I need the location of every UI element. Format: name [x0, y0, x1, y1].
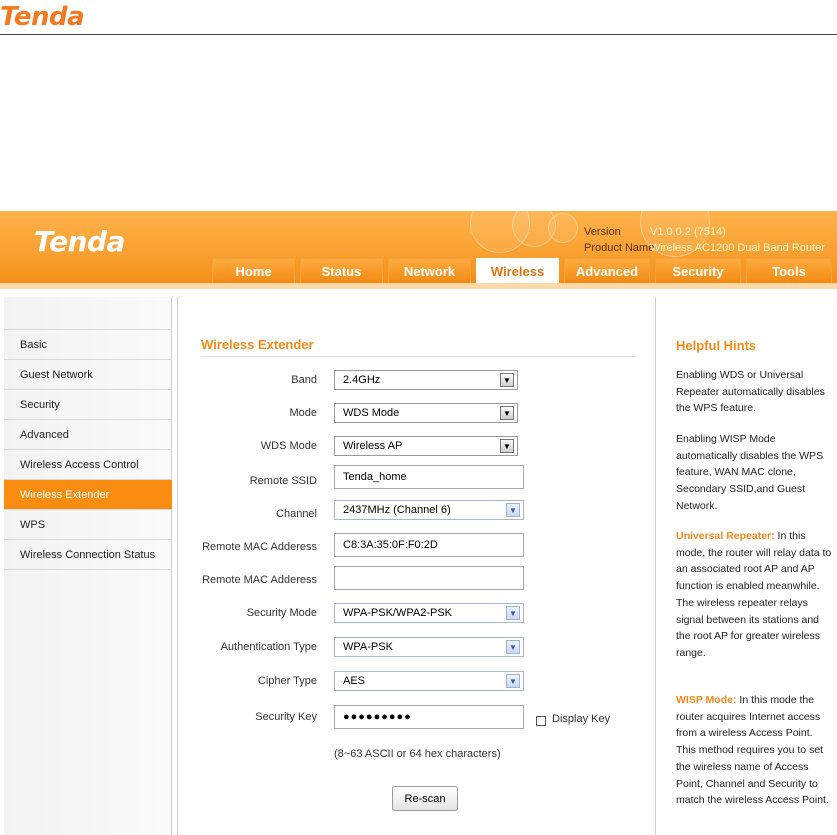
- product-info: Product NameWireless AC1200 Dual Band Ro…: [584, 242, 825, 254]
- product-value: Wireless AC1200 Dual Band Router: [650, 242, 825, 254]
- chevron-down-icon: ▼: [506, 640, 520, 654]
- hints-title: Helpful Hints: [676, 338, 757, 353]
- cipher-type-value: AES: [343, 675, 366, 687]
- sidebar-item-wireless-extender[interactable]: Wireless Extender: [4, 480, 172, 510]
- auth-type-select[interactable]: WPA-PSK ▼: [334, 637, 524, 657]
- universal-repeater-term: Universal Repeater:: [676, 530, 775, 542]
- display-key-label[interactable]: Display Key: [552, 713, 610, 725]
- main-nav: Home Status Network Wireless Advanced Se…: [212, 258, 832, 284]
- product-label: Product Name: [584, 242, 655, 254]
- sidebar-item-guest-network[interactable]: Guest Network: [4, 360, 172, 390]
- display-key-checkbox[interactable]: [536, 716, 546, 726]
- tab-tools[interactable]: Tools: [746, 258, 832, 283]
- mode-label: Mode: [289, 407, 317, 419]
- wds-mode-select[interactable]: Wireless AP ▼: [334, 436, 518, 456]
- main-panel: Wireless Extender Band 2.4GHz ▼ Mode WDS…: [177, 297, 656, 835]
- sidebar-item-basic[interactable]: Basic: [4, 330, 172, 360]
- banner-divider: [0, 283, 837, 289]
- version-label: Version: [584, 226, 621, 238]
- remote-mac-2-input[interactable]: [334, 566, 524, 590]
- cipher-type-select[interactable]: AES ▼: [334, 671, 524, 691]
- security-mode-value: WPA-PSK/WPA2-PSK: [343, 607, 453, 619]
- chevron-down-icon: ▼: [506, 674, 520, 688]
- universal-repeater-text: In this mode, the router will relay data…: [676, 530, 832, 659]
- tab-home[interactable]: Home: [212, 258, 295, 283]
- wisp-mode-text: In this mode the router acquires Interne…: [676, 694, 829, 807]
- wds-mode-value: Wireless AP: [343, 440, 403, 452]
- router-admin-ui: Tenda Version V1.0.0.2 (7514) Product Nam…: [0, 211, 837, 835]
- hint-wisp-mode: WISP Mode: In this mode the router acqui…: [676, 692, 834, 809]
- rescan-button[interactable]: Re-scan: [392, 786, 458, 811]
- tab-security[interactable]: Security: [655, 258, 741, 283]
- tab-status[interactable]: Status: [300, 258, 383, 283]
- hint-universal-repeater: Universal Repeater: In this mode, the ro…: [676, 528, 834, 662]
- chevron-down-icon: ▼: [500, 406, 514, 420]
- hint-wisp: Enabling WISP Mode automatically disable…: [676, 433, 824, 512]
- version-info: Version V1.0.0.2 (7514): [584, 226, 726, 238]
- sidebar: Basic Guest Network Security Advanced Wi…: [4, 297, 172, 835]
- key-format-hint: (8~63 ASCII or 64 hex characters): [334, 748, 501, 760]
- band-label: Band: [291, 374, 317, 386]
- wds-mode-label: WDS Mode: [260, 440, 317, 452]
- remote-ssid-label: Remote SSID: [249, 475, 317, 487]
- mode-value: WDS Mode: [343, 407, 400, 419]
- decorative-bubble: [548, 213, 578, 243]
- security-key-input[interactable]: ●●●●●●●●●: [334, 705, 524, 729]
- auth-type-label: Authentication Type: [220, 641, 317, 653]
- security-mode-label: Security Mode: [246, 607, 317, 619]
- sidebar-item-wireless-access-control[interactable]: Wireless Access Control: [4, 450, 172, 480]
- section-rule: [201, 356, 636, 357]
- remote-mac-2-label: Remote MAC Adderess: [202, 574, 317, 586]
- brand-logo: Tenda: [34, 225, 125, 258]
- channel-label: Channel: [276, 508, 317, 520]
- chevron-down-icon: ▼: [506, 503, 520, 517]
- channel-select[interactable]: 2437MHz (Channel 6) ▼: [334, 500, 524, 520]
- channel-value: 2437MHz (Channel 6): [343, 504, 451, 516]
- band-value: 2.4GHz: [343, 374, 381, 386]
- sidebar-item-wireless-connection-status[interactable]: Wireless Connection Status: [4, 540, 172, 570]
- document-header-rule: [0, 34, 837, 35]
- auth-type-value: WPA-PSK: [343, 641, 393, 653]
- security-key-label: Security Key: [255, 711, 317, 723]
- remote-mac-input[interactable]: C8:3A:35:0F:F0:2D: [334, 533, 524, 557]
- header-banner: Tenda Version V1.0.0.2 (7514) Product Nam…: [0, 211, 837, 284]
- document-logo: Tenda: [0, 2, 85, 32]
- sidebar-item-advanced[interactable]: Advanced: [4, 420, 172, 450]
- wisp-mode-term: WISP Mode:: [676, 694, 737, 706]
- remote-ssid-input[interactable]: Tenda_home: [334, 465, 524, 489]
- section-title: Wireless Extender: [201, 337, 314, 352]
- security-mode-select[interactable]: WPA-PSK/WPA2-PSK ▼: [334, 603, 524, 623]
- sidebar-item-security[interactable]: Security: [4, 390, 172, 420]
- remote-mac-label: Remote MAC Adderess: [202, 541, 317, 553]
- tab-network[interactable]: Network: [388, 258, 471, 283]
- cipher-type-label: Cipher Type: [257, 675, 317, 687]
- hints-panel: Helpful Hints Enabling WDS or Universal …: [660, 297, 837, 835]
- tab-wireless[interactable]: Wireless: [476, 258, 559, 284]
- mode-select[interactable]: WDS Mode ▼: [334, 403, 518, 423]
- band-select[interactable]: 2.4GHz ▼: [334, 370, 518, 390]
- version-value: V1.0.0.2 (7514): [650, 226, 726, 238]
- tab-advanced[interactable]: Advanced: [564, 258, 650, 283]
- sidebar-item-wps[interactable]: WPS: [4, 510, 172, 540]
- chevron-down-icon: ▼: [500, 439, 514, 453]
- chevron-down-icon: ▼: [506, 606, 520, 620]
- hint-wds: Enabling WDS or Universal Repeater autom…: [676, 369, 825, 415]
- chevron-down-icon: ▼: [500, 373, 514, 387]
